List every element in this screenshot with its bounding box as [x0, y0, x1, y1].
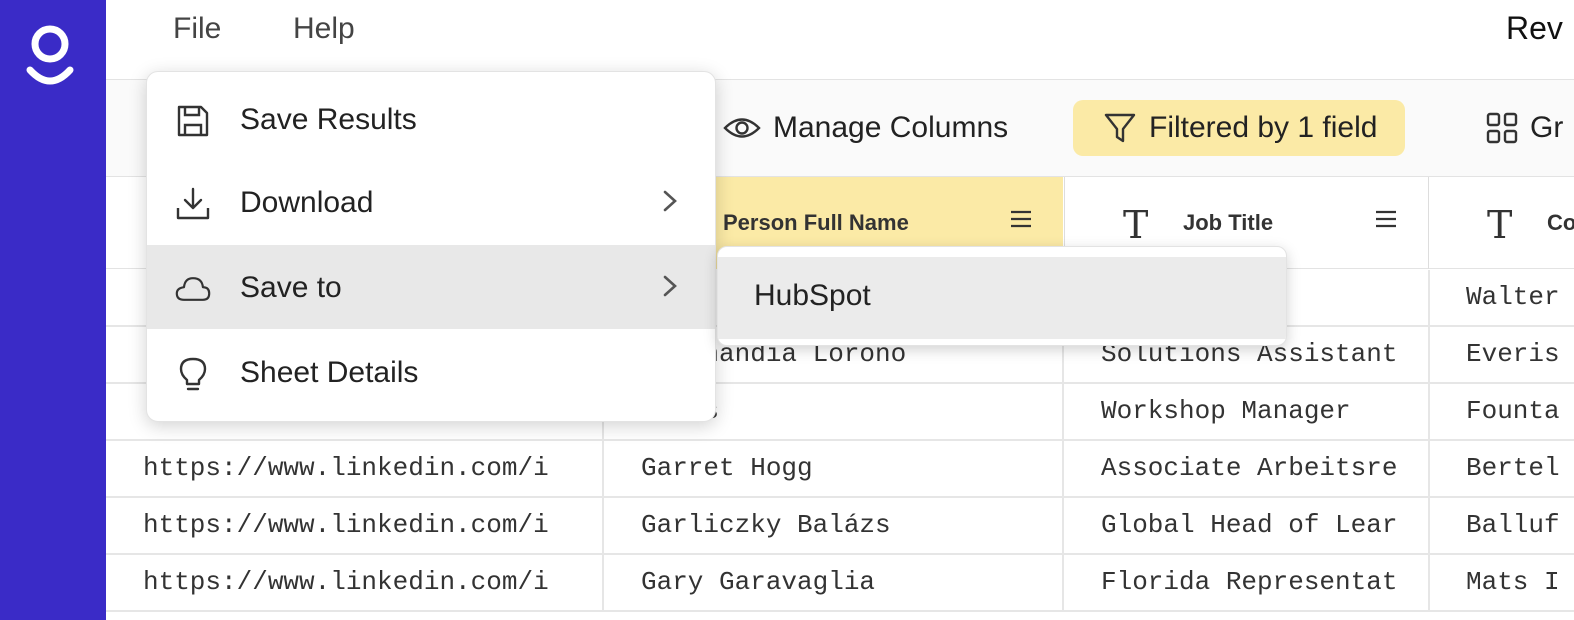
column-menu-icon[interactable]: [1374, 207, 1398, 231]
cell-company[interactable]: Balluf: [1430, 498, 1574, 555]
group-label: Gr: [1530, 111, 1564, 144]
cell-company[interactable]: Mats I: [1430, 555, 1574, 612]
app-logo-icon[interactable]: [24, 22, 76, 94]
table-row: https://www.linkedin.com/i Garret Hogg A…: [106, 441, 1574, 498]
group-button[interactable]: Gr: [1486, 100, 1563, 156]
menu-item-label: Save Results: [240, 103, 417, 136]
cell-job[interactable]: Associate Arbeitsre: [1064, 441, 1430, 498]
manage-columns-label: Manage Columns: [773, 111, 1009, 144]
chevron-right-icon: [663, 275, 677, 297]
save-icon: [177, 105, 209, 137]
help-menu[interactable]: Help: [293, 12, 355, 46]
cell-name[interactable]: Gary Garavaglia: [604, 555, 1064, 612]
table-row: https://www.linkedin.com/i Garliczky Bal…: [106, 498, 1574, 555]
submenu-item-hubspot[interactable]: HubSpot: [718, 257, 1286, 339]
file-menu-dropdown: Save Results Download Save to Sheet Deta…: [146, 71, 716, 422]
column-header-label: Job Title: [1183, 210, 1274, 235]
manage-columns-button[interactable]: Manage Columns: [723, 100, 1008, 156]
sidebar: [0, 0, 106, 620]
text-type-icon: T: [1487, 203, 1513, 247]
chevron-right-icon: [663, 190, 677, 212]
cell-company[interactable]: Bertel: [1430, 441, 1574, 498]
cell-url[interactable]: https://www.linkedin.com/i: [106, 555, 604, 612]
cell-job[interactable]: Florida Representat: [1064, 555, 1430, 612]
cell-company[interactable]: Founta: [1430, 384, 1574, 441]
save-to-submenu: HubSpot: [717, 246, 1287, 346]
cell-job[interactable]: Workshop Manager: [1064, 384, 1430, 441]
grid-icon: [1486, 112, 1518, 144]
sheet-title[interactable]: Rev: [1506, 10, 1563, 47]
cloud-icon: [175, 277, 211, 301]
cell-name[interactable]: Garliczky Balázs: [604, 498, 1064, 555]
menu-item-download[interactable]: Download: [147, 160, 715, 244]
column-header-company[interactable]: T Co: [1428, 177, 1574, 269]
menu-item-label: Download: [240, 186, 374, 219]
menu-item-label: Save to: [240, 271, 342, 304]
cell-company[interactable]: Walter: [1430, 270, 1574, 327]
menu-item-save-to[interactable]: Save to: [147, 245, 715, 329]
download-icon: [176, 187, 210, 220]
column-header-label: Person Full Name: [723, 210, 909, 235]
eye-icon: [723, 118, 761, 138]
filter-button[interactable]: Filtered by 1 field: [1073, 100, 1406, 156]
cell-url[interactable]: https://www.linkedin.com/i: [106, 441, 604, 498]
menu-item-label: Sheet Details: [240, 356, 419, 389]
submenu-item-label: HubSpot: [754, 279, 871, 312]
text-type-icon: T: [1123, 203, 1149, 247]
cell-job[interactable]: Global Head of Lear: [1064, 498, 1430, 555]
lightbulb-icon: [179, 357, 207, 391]
filter-icon: [1104, 113, 1136, 143]
table-row: https://www.linkedin.com/i Gary Garavagl…: [106, 555, 1574, 612]
menu-item-sheet-details[interactable]: Sheet Details: [147, 330, 715, 414]
menubar: File Help Rev: [106, 0, 1574, 80]
filter-label: Filtered by 1 field: [1149, 111, 1378, 144]
cell-company[interactable]: Everis: [1430, 327, 1574, 384]
cell-name[interactable]: Garret Hogg: [604, 441, 1064, 498]
column-header-label: Co: [1547, 210, 1574, 235]
file-menu[interactable]: File: [173, 12, 221, 46]
cell-url[interactable]: https://www.linkedin.com/i: [106, 498, 604, 555]
menu-item-save-results[interactable]: Save Results: [147, 77, 715, 161]
column-menu-icon[interactable]: [1009, 207, 1033, 231]
